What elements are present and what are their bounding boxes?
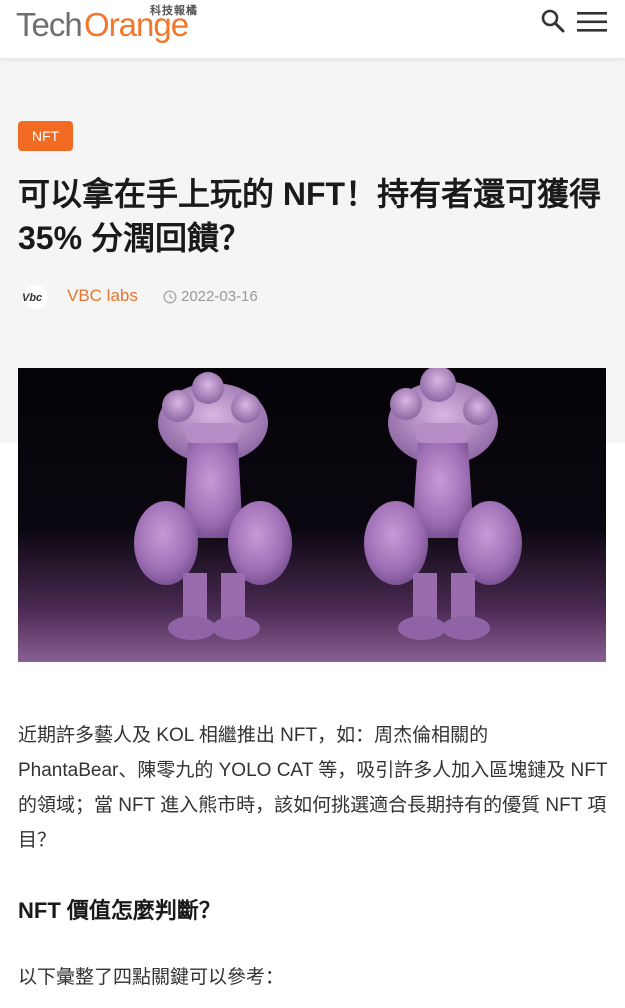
hamburger-menu-icon[interactable] — [577, 10, 607, 34]
author-name[interactable]: VBC labs — [67, 286, 138, 306]
logo-text-tech: Tech — [16, 6, 83, 43]
site-header: Tech Orange 科技報橘 — [0, 0, 625, 58]
author-meta: Vbc VBC labs 2022-03-16 — [18, 283, 418, 311]
author-logo-text: Vbc — [22, 292, 42, 304]
category-tag[interactable]: NFT — [18, 121, 73, 151]
feature-image — [18, 368, 606, 662]
publish-date: 2022-03-16 — [181, 288, 258, 305]
author-logo[interactable]: Vbc — [18, 285, 54, 309]
section-paragraph: 以下彙整了四點關鍵可以參考： — [18, 967, 285, 988]
section-heading: NFT 價值怎麼判斷？ — [18, 898, 221, 923]
toy-figures-illustration — [18, 368, 606, 662]
article-intro: 近期許多藝人及 KOL 相繼推出 NFT，如：周杰倫相關的 PhantaBear… — [18, 725, 608, 851]
logo-subtitle: 科技報橘 — [150, 5, 198, 17]
clock-icon — [163, 290, 177, 304]
site-logo[interactable]: Tech Orange 科技報橘 — [16, 5, 206, 46]
search-icon[interactable] — [540, 8, 566, 34]
article-title: 可以拿在手上玩的 NFT！持有者還可獲得 35% 分潤回饋？ — [18, 176, 602, 256]
